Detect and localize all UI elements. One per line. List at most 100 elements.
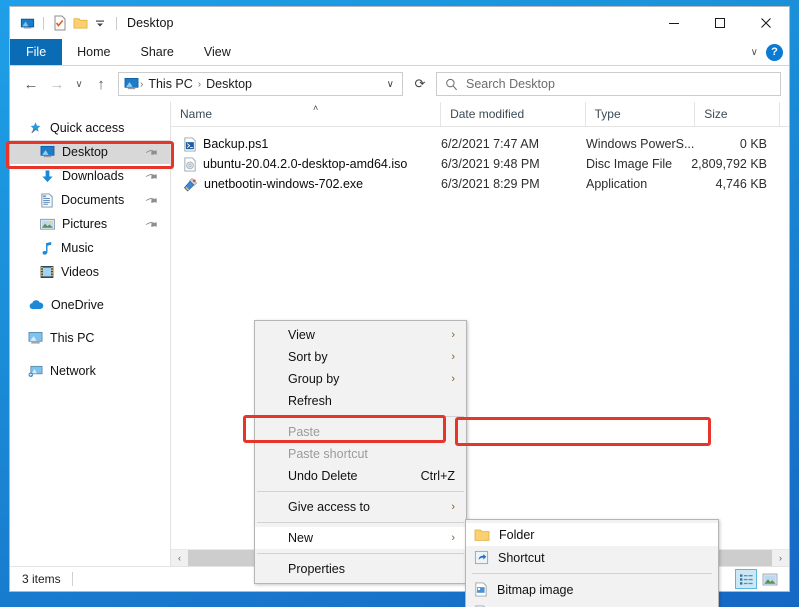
- address-dropdown-icon[interactable]: ∨: [387, 79, 398, 90]
- submenu-item-label: Bitmap image: [497, 582, 574, 597]
- submenu-item-bitmap-image[interactable]: Bitmap image: [466, 578, 718, 601]
- chevron-right-icon: ›: [451, 373, 455, 385]
- sidebar-item-quick-access[interactable]: Quick access: [10, 116, 170, 140]
- new-submenu: Folder Shortcut Bitmap image: [465, 519, 719, 607]
- sidebar-gap-2: [10, 317, 170, 326]
- sidebar-label: Pictures: [62, 217, 108, 231]
- up-button[interactable]: ↑: [88, 71, 114, 97]
- menu-item-accelerator: Ctrl+Z: [420, 469, 455, 483]
- ribbon-right-controls: ∨ ?: [751, 39, 783, 66]
- folder-icon[interactable]: [70, 13, 90, 33]
- submenu-item-label: Folder: [499, 527, 535, 542]
- column-header-name[interactable]: Name: [171, 102, 440, 127]
- menu-item-new[interactable]: New ›: [255, 527, 466, 549]
- menu-item-properties[interactable]: Properties: [255, 558, 466, 580]
- refresh-button[interactable]: ⟳: [408, 72, 432, 96]
- breadcrumb-this-pc[interactable]: This PC: [144, 77, 196, 91]
- column-header-date-modified[interactable]: Date modified: [440, 101, 585, 127]
- table-row[interactable]: Backup.ps1 6/2/2021 7:47 AM Windows Powe…: [171, 134, 789, 154]
- table-row[interactable]: unetbootin-windows-702.exe 6/3/2021 8:29…: [171, 174, 789, 194]
- column-header-size[interactable]: Size: [694, 101, 779, 127]
- file-name-cell[interactable]: Backup.ps1: [171, 136, 441, 152]
- menu-item-refresh[interactable]: Refresh: [255, 390, 466, 412]
- file-type-cell: Disc Image File: [586, 157, 673, 171]
- breadcrumb-desktop[interactable]: Desktop: [202, 77, 256, 91]
- videos-icon: [40, 265, 54, 279]
- documents-icon: [40, 192, 54, 208]
- sidebar-label: Desktop: [62, 145, 108, 159]
- scroll-right-button[interactable]: ›: [772, 549, 789, 567]
- sidebar-item-pictures[interactable]: Pictures: [10, 212, 170, 236]
- downloads-icon: [40, 169, 55, 184]
- tab-share[interactable]: Share: [126, 39, 189, 65]
- pin-icon[interactable]: [145, 192, 161, 208]
- file-explorer-window: Desktop File Home Share View ∨ ? ← → ∨ ↑…: [9, 6, 790, 607]
- tab-home[interactable]: Home: [62, 39, 125, 65]
- file-size-cell: 4,746 KB: [715, 177, 767, 191]
- explorer-body: Quick access Desktop Downloads Documents…: [10, 101, 789, 607]
- sidebar-label: This PC: [50, 331, 95, 345]
- pin-icon[interactable]: [145, 168, 161, 184]
- minimize-button[interactable]: [651, 7, 697, 39]
- sidebar-item-downloads[interactable]: Downloads: [10, 164, 170, 188]
- forward-button[interactable]: →: [44, 71, 70, 97]
- maximize-button[interactable]: [697, 7, 743, 39]
- file-name-cell[interactable]: ubuntu-20.04.2.0-desktop-amd64.iso: [171, 156, 441, 172]
- menu-item-label: Properties: [288, 562, 345, 576]
- file-date-cell: 6/3/2021 9:48 PM: [441, 157, 540, 171]
- pictures-icon: [40, 218, 55, 231]
- scroll-left-button[interactable]: ‹: [171, 549, 188, 567]
- menu-item-group-by[interactable]: Group by ›: [255, 368, 466, 390]
- thispc-icon: [28, 331, 43, 345]
- search-box[interactable]: Search Desktop: [436, 72, 781, 96]
- submenu-item-folder[interactable]: Folder: [466, 523, 718, 546]
- menu-item-label: Undo Delete: [288, 469, 358, 483]
- menu-item-label: New: [288, 531, 314, 545]
- table-row[interactable]: ubuntu-20.04.2.0-desktop-amd64.iso 6/3/2…: [171, 154, 789, 174]
- menu-item-label: Paste: [288, 425, 320, 439]
- pin-icon[interactable]: [145, 216, 161, 232]
- menu-separator: [257, 553, 464, 554]
- sidebar-item-desktop[interactable]: Desktop: [10, 140, 170, 164]
- recent-locations-button[interactable]: ∨: [70, 71, 88, 97]
- help-icon[interactable]: ?: [766, 44, 783, 61]
- close-button[interactable]: [743, 7, 789, 39]
- pin-icon[interactable]: [145, 144, 161, 160]
- music-icon: [40, 241, 54, 256]
- column-header-type[interactable]: Type: [584, 101, 695, 127]
- file-type-cell: Windows PowerS...: [586, 137, 695, 151]
- chevron-right-icon: ›: [451, 351, 455, 363]
- customize-dropdown-icon[interactable]: [90, 13, 110, 33]
- details-view-button[interactable]: [735, 569, 757, 589]
- shortcut-icon: [474, 550, 489, 565]
- large-icons-view-button[interactable]: [759, 569, 781, 589]
- sidebar-label: Network: [50, 364, 96, 378]
- sort-ascending-icon: ˄: [313, 103, 319, 113]
- file-name-cell[interactable]: unetbootin-windows-702.exe: [171, 177, 441, 192]
- sidebar-item-music[interactable]: Music: [10, 236, 170, 260]
- menu-item-give-access-to[interactable]: Give access to ›: [255, 496, 466, 518]
- folder-icon: [474, 528, 490, 542]
- submenu-item-shortcut[interactable]: Shortcut: [466, 546, 718, 569]
- new-folder-icon[interactable]: [50, 13, 70, 33]
- sidebar-item-documents[interactable]: Documents: [10, 188, 170, 212]
- tab-file[interactable]: File: [10, 39, 63, 65]
- menu-item-sort-by[interactable]: Sort by ›: [255, 346, 466, 368]
- tab-view[interactable]: View: [189, 39, 246, 65]
- menu-item-view[interactable]: View ›: [255, 324, 466, 346]
- sidebar-label: Videos: [61, 265, 99, 279]
- sidebar-item-this-pc[interactable]: This PC: [10, 326, 170, 350]
- chevron-down-icon[interactable]: ∨: [751, 47, 758, 58]
- menu-item-undo-delete[interactable]: Undo Delete Ctrl+Z: [255, 465, 466, 487]
- item-count-label: 3 items: [22, 572, 61, 586]
- properties-icon[interactable]: [17, 13, 37, 33]
- address-bar[interactable]: › This PC › Desktop ∨: [118, 72, 403, 96]
- sidebar-item-network[interactable]: Network: [10, 359, 170, 383]
- submenu-item-rich-text-document[interactable]: Rich Text Document: [466, 601, 718, 607]
- menu-item-label: View: [288, 328, 315, 342]
- sidebar-item-onedrive[interactable]: OneDrive: [10, 293, 170, 317]
- back-button[interactable]: ←: [18, 71, 44, 97]
- view-mode-buttons: [735, 569, 781, 589]
- sidebar-item-videos[interactable]: Videos: [10, 260, 170, 284]
- address-bar-row: ← → ∨ ↑ › This PC › Desktop ∨ ⟳ Search D…: [10, 66, 789, 102]
